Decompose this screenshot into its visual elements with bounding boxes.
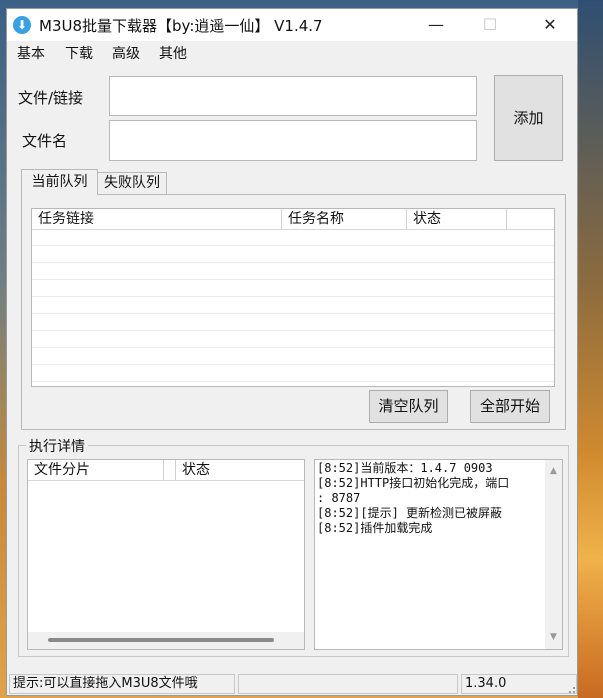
- log-line: [8:52]当前版本：1.4.7 0903: [317, 461, 493, 475]
- status-middle: [238, 674, 458, 694]
- log-output[interactable]: [8:52]当前版本：1.4.7 0903 [8:52]HTTP接口初始化完成，端…: [314, 459, 563, 650]
- queue-tab-panel: 任务链接 任务名称 状态 清空队列 全部开始: [21, 194, 566, 430]
- menu-basic[interactable]: 基本: [17, 43, 45, 63]
- url-input[interactable]: [109, 76, 477, 116]
- column-status[interactable]: 状态: [407, 209, 507, 229]
- maximize-icon: ☐: [482, 15, 498, 34]
- status-version: 1.34.0: [461, 674, 577, 694]
- column-divider: [164, 460, 176, 480]
- segment-list-header: 文件分片 状态: [28, 460, 304, 481]
- column-segment-status[interactable]: 状态: [176, 460, 304, 480]
- log-lines: [8:52]当前版本：1.4.7 0903 [8:52]HTTP接口初始化完成，端…: [315, 461, 545, 536]
- queue-list-header: 任务链接 任务名称 状态: [32, 209, 554, 230]
- log-line: [8:52]HTTP接口初始化完成，端口: [317, 476, 510, 490]
- filename-input[interactable]: [109, 120, 477, 161]
- grid-line: [32, 364, 554, 365]
- close-icon: ✕: [543, 15, 557, 34]
- minimize-button[interactable]: —: [413, 9, 459, 41]
- log-line: : 8787: [317, 491, 361, 505]
- start-all-button[interactable]: 全部开始: [470, 390, 550, 423]
- vertical-scrollbar[interactable]: ▲ ▼: [545, 460, 562, 649]
- resize-grip[interactable]: [564, 682, 576, 694]
- column-task-url[interactable]: 任务链接: [32, 209, 282, 229]
- tab-failed-queue[interactable]: 失败队列: [97, 172, 167, 195]
- clear-queue-button[interactable]: 清空队列: [369, 390, 448, 423]
- details-group-title: 执行详情: [26, 436, 88, 456]
- menu-advanced[interactable]: 高级: [112, 43, 140, 63]
- grid-line: [32, 262, 554, 263]
- grid-line: [32, 313, 554, 314]
- grid-line: [32, 381, 554, 382]
- scroll-up-icon[interactable]: ▲: [545, 463, 562, 480]
- queue-list[interactable]: 任务链接 任务名称 状态: [31, 208, 555, 387]
- horizontal-scroll-thumb[interactable]: [48, 638, 274, 642]
- column-task-name[interactable]: 任务名称: [282, 209, 407, 229]
- status-bar: 提示:可以直接拖入M3U8文件哦 1.34.0: [7, 671, 577, 695]
- close-button[interactable]: ✕: [527, 9, 573, 41]
- minimize-icon: —: [428, 15, 444, 34]
- title-bar: ⬇ M3U8批量下载器【by:逍遥一仙】 V1.4.7 — ☐ ✕: [7, 9, 577, 41]
- segment-list[interactable]: 文件分片 状态: [27, 459, 305, 650]
- desktop-background: [578, 0, 603, 698]
- menu-download[interactable]: 下载: [65, 43, 93, 63]
- menu-other[interactable]: 其他: [159, 43, 187, 63]
- grid-line: [32, 279, 554, 280]
- column-file-segment[interactable]: 文件分片: [28, 460, 164, 480]
- grid-line: [32, 296, 554, 297]
- horizontal-scrollbar[interactable]: [28, 632, 304, 649]
- grid-line: [32, 330, 554, 331]
- grid-line: [32, 347, 554, 348]
- maximize-button[interactable]: ☐: [467, 9, 513, 41]
- log-line: [8:52]插件加载完成: [317, 521, 433, 535]
- column-filler: [507, 209, 554, 229]
- status-hint: 提示:可以直接拖入M3U8文件哦: [9, 674, 235, 694]
- download-icon: ⬇: [13, 16, 31, 34]
- window-title: M3U8批量下载器【by:逍遥一仙】 V1.4.7: [39, 17, 323, 35]
- add-button[interactable]: 添加: [494, 75, 563, 161]
- tab-current-queue[interactable]: 当前队列: [21, 169, 98, 195]
- filename-label: 文件名: [22, 132, 68, 150]
- details-group: 执行详情 文件分片 状态 [8:52]当前版本：1.4.7 0903 [8:52]…: [18, 436, 569, 657]
- log-line: [8:52][提示] 更新检测已被屏蔽: [317, 506, 503, 520]
- grid-line: [32, 245, 554, 246]
- menu-bar: 基本 下载 高级 其他: [7, 41, 577, 63]
- app-window: ⬇ M3U8批量下载器【by:逍遥一仙】 V1.4.7 — ☐ ✕ 基本 下载 …: [6, 8, 578, 696]
- scroll-down-icon[interactable]: ▼: [545, 629, 562, 646]
- url-label: 文件/链接: [18, 89, 84, 107]
